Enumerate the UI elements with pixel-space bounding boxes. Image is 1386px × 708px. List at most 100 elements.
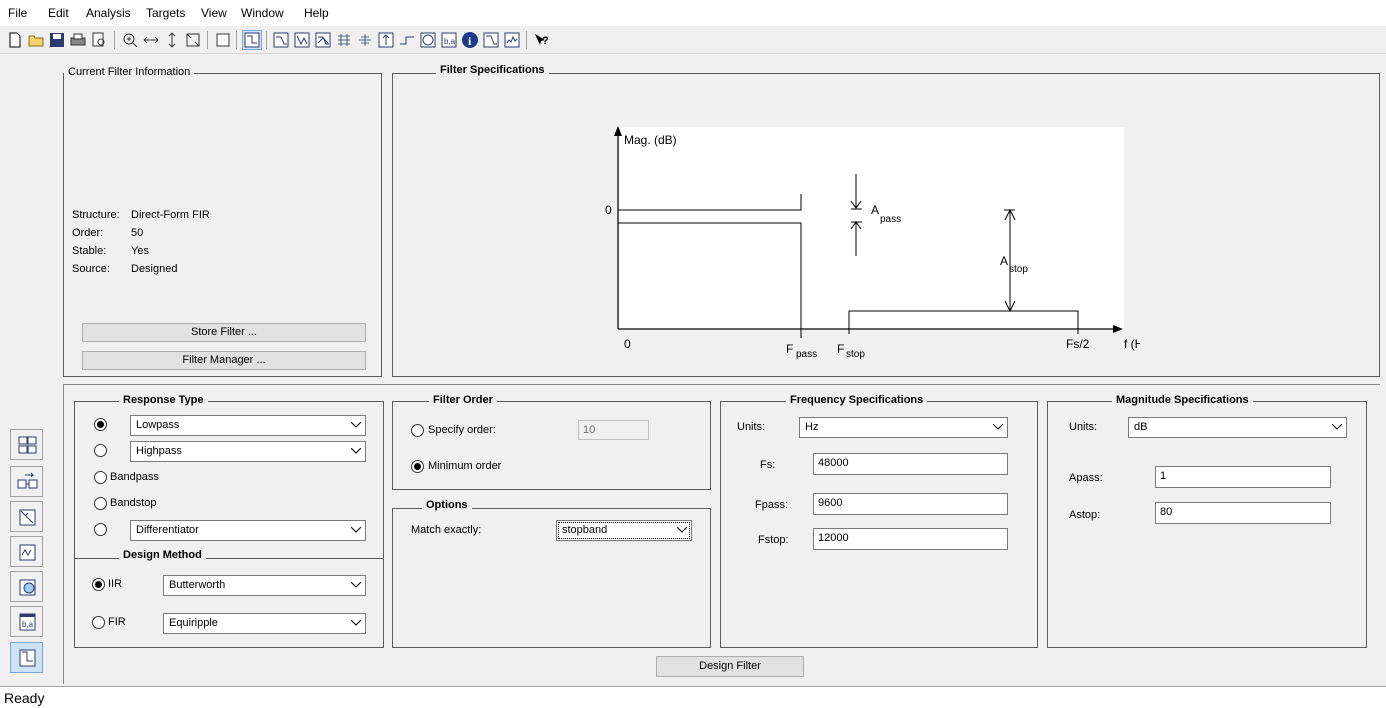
order-value: 50: [131, 227, 144, 239]
differentiator-select[interactable]: Differentiator: [130, 520, 366, 541]
fir-radio[interactable]: [92, 616, 105, 629]
structure-value: Direct-Form FIR: [131, 209, 210, 221]
lowpass-radio[interactable]: [94, 418, 107, 431]
print-icon[interactable]: [69, 31, 87, 49]
lowpass-select[interactable]: Lowpass: [130, 415, 366, 436]
menu-edit[interactable]: Edit: [48, 6, 69, 20]
pole-zero-editor-button[interactable]: [10, 501, 43, 532]
import-filter-button[interactable]: [10, 571, 43, 602]
fir-label[interactable]: FIR: [108, 616, 126, 628]
astop-input[interactable]: 80: [1155, 502, 1331, 524]
multirate-icon: [19, 544, 36, 561]
fstop-input[interactable]: 12000: [813, 528, 1008, 550]
astop-label: A: [1000, 254, 1008, 268]
mag-units-select[interactable]: dB: [1128, 417, 1347, 438]
current-filter-title: Current Filter Information: [64, 66, 195, 78]
fstop-sub: stop: [846, 349, 865, 360]
design-filter-button[interactable]: [10, 642, 43, 673]
pole-zero-icon[interactable]: [419, 31, 437, 49]
fir-method-select[interactable]: Equiripple: [163, 613, 366, 634]
chevron-down-icon: [674, 521, 691, 540]
phase-response-icon[interactable]: [293, 31, 311, 49]
step-response-icon[interactable]: [398, 31, 416, 49]
astop-sub: stop: [1009, 264, 1028, 275]
menu-analysis[interactable]: Analysis: [86, 6, 131, 20]
import-filter-icon: [19, 579, 36, 596]
filter-order-panel: [392, 401, 711, 490]
iir-radio[interactable]: [92, 578, 105, 591]
fpass-input[interactable]: 9600: [813, 493, 1008, 515]
new-figure-icon[interactable]: [214, 31, 232, 49]
mag-phase-icon[interactable]: [314, 31, 332, 49]
fpass-label: Fpass:: [755, 499, 789, 511]
match-exactly-select[interactable]: stopband: [556, 520, 692, 541]
frequency-specs-panel: [720, 401, 1038, 648]
freq-units-select[interactable]: Hz: [799, 417, 1008, 438]
filter-info-icon[interactable]: i: [461, 31, 479, 49]
filter-specs-title: Filter Specifications: [436, 64, 549, 76]
chevron-down-icon: [348, 442, 365, 461]
bandpass-label[interactable]: Bandpass: [110, 471, 159, 483]
iir-label[interactable]: IIR: [108, 578, 122, 590]
menu-file[interactable]: File: [8, 6, 27, 20]
filter-manager-button[interactable]: Filter Manager ...: [82, 351, 366, 370]
highpass-radio[interactable]: [94, 444, 107, 457]
differentiator-radio[interactable]: [94, 523, 107, 536]
zoom-x-icon[interactable]: [142, 31, 160, 49]
whats-this-icon[interactable]: ?: [532, 31, 550, 49]
menu-targets[interactable]: Targets: [146, 6, 185, 20]
transform-filter-icon: [18, 436, 37, 454]
minimum-order-radio[interactable]: [411, 460, 424, 473]
chevron-down-icon: [1329, 418, 1346, 437]
menu-window[interactable]: Window: [241, 6, 284, 20]
specify-order-radio[interactable]: [411, 424, 424, 437]
phase-delay-icon[interactable]: [356, 31, 374, 49]
bandstop-label[interactable]: Bandstop: [110, 497, 156, 509]
noise-power-icon[interactable]: [503, 31, 521, 49]
full-view-icon[interactable]: [184, 31, 202, 49]
transform-filter-button[interactable]: [10, 429, 43, 460]
store-filter-button[interactable]: Store Filter ...: [82, 323, 366, 342]
design-filter-icon: [19, 649, 36, 667]
filter-order-title: Filter Order: [429, 394, 497, 406]
design-filter-main-button[interactable]: Design Filter: [656, 656, 804, 677]
stable-value: Yes: [131, 245, 149, 257]
new-file-icon[interactable]: [6, 31, 24, 49]
print-preview-icon[interactable]: [90, 31, 108, 49]
zoom-y-icon[interactable]: [163, 31, 181, 49]
order-input[interactable]: 10: [578, 420, 649, 440]
realize-model-button[interactable]: [10, 466, 43, 497]
group-delay-icon[interactable]: [335, 31, 353, 49]
coefficients-icon[interactable]: b,a: [440, 31, 458, 49]
menu-help[interactable]: Help: [304, 6, 329, 20]
specify-order-label[interactable]: Specify order:: [428, 424, 496, 436]
zoom-in-icon[interactable]: [121, 31, 139, 49]
apass-sub: pass: [880, 214, 901, 225]
order-label: Order:: [72, 227, 104, 239]
menu-view[interactable]: View: [201, 6, 227, 20]
apass-label: A: [871, 203, 879, 217]
bandpass-radio[interactable]: [94, 471, 107, 484]
fs-label: Fs:: [760, 459, 776, 471]
magnitude-estimate-icon[interactable]: [482, 31, 500, 49]
minimum-order-label[interactable]: Minimum order: [428, 460, 501, 472]
filter-specs-icon[interactable]: [242, 30, 262, 50]
iir-method-select[interactable]: Butterworth: [163, 575, 366, 596]
zero-x-label: 0: [624, 337, 631, 351]
filter-specs-diagram: Mag. (dB) 0 0 A pass A stop F pass F sto…: [605, 126, 1140, 360]
magnitude-response-icon[interactable]: [272, 31, 290, 49]
mag-units-label: Units:: [1069, 421, 1098, 433]
apass-input[interactable]: 1: [1155, 466, 1331, 488]
chevron-down-icon: [348, 576, 365, 595]
bandstop-radio[interactable]: [94, 497, 107, 510]
open-folder-icon[interactable]: [27, 31, 45, 49]
zero-y-label: 0: [605, 203, 612, 217]
save-icon[interactable]: [48, 31, 66, 49]
quantize-button[interactable]: b,a: [10, 606, 43, 637]
fs-input[interactable]: 48000: [813, 453, 1008, 475]
multirate-button[interactable]: [10, 536, 43, 567]
impulse-response-icon[interactable]: [377, 31, 395, 49]
magnitude-specs-panel: [1047, 401, 1367, 648]
highpass-select[interactable]: Highpass: [130, 441, 366, 462]
toolbar: b,a i ?: [0, 26, 1386, 54]
